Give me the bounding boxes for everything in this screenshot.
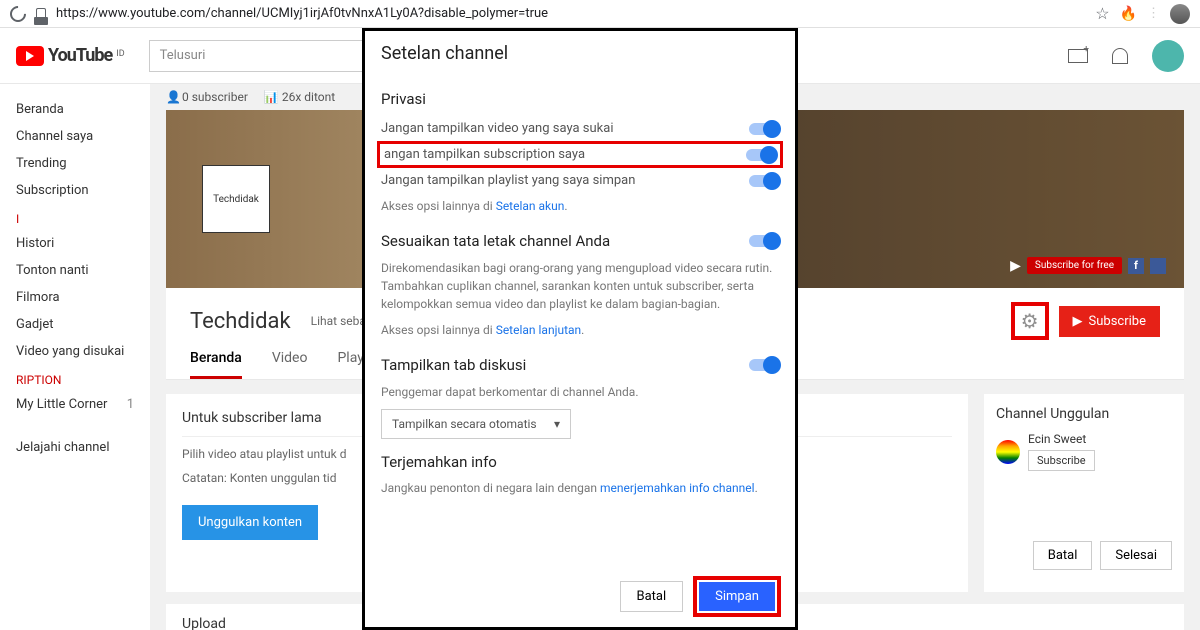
done-button[interactable]: Selesai [1100,541,1172,570]
featured-title: Channel Unggulan [996,406,1172,422]
channel-avatar[interactable]: Techdidak [202,165,270,233]
featured-subscribe-button[interactable]: Subscribe [1028,450,1095,471]
browser-avatar[interactable] [1170,4,1190,24]
translate-desc: Jangkau penonton di negara lain dengan m… [381,479,779,497]
sidebar-item-liked[interactable]: Video yang disukai [0,338,150,365]
sidebar-item-gadjet[interactable]: Gadjet [0,311,150,338]
privacy-title: Privasi [381,90,779,108]
views-icon: 📊 [264,90,279,104]
channel-name: Techdidak [190,309,291,334]
sidebar-header-1: I [0,204,150,230]
save-highlight: Simpan [693,576,781,617]
sidebar-item-count: 1 [127,397,134,412]
sidebar: Beranda Channel saya Trending Subscripti… [0,84,150,630]
url-text[interactable]: https://www.youtube.com/channel/UCMIyj1i… [56,6,1085,21]
layout-toggle[interactable] [749,235,779,247]
privacy-liked-toggle[interactable] [749,123,779,135]
sidebar-item-subscription[interactable]: Subscription [0,177,150,204]
sidebar-item-mychannel[interactable]: Channel saya [0,123,150,150]
privacy-subscription-label: angan tampilkan subscription saya [384,147,585,162]
sidebar-item-label: My Little Corner [16,397,107,412]
subscriber-icon: 👤 [166,90,178,98]
privacy-playlist-label: Jangan tampilkan playlist yang saya simp… [381,173,635,188]
privacy-playlist-row: Jangan tampilkan playlist yang saya simp… [381,168,779,193]
play-icon: ▶ [1073,314,1083,329]
discuss-select-value: Tampilkan secara otomatis [392,417,537,431]
modal-title: Setelan channel [365,31,795,72]
sidebar-item-watchlater[interactable]: Tonton nanti [0,257,150,284]
subscribe-free-badge[interactable]: Subscribe for free [1027,257,1122,274]
discuss-toggle[interactable] [749,359,779,371]
privacy-liked-label: Jangan tampilkan video yang saya sukai [381,121,614,136]
discuss-select[interactable]: Tampilkan secara otomatis ▾ [381,409,571,439]
discuss-row: Tampilkan tab diskusi [381,351,779,379]
notifications-icon[interactable] [1112,48,1128,64]
youtube-region: ID [116,49,124,59]
subscribe-button[interactable]: ▶ Subscribe [1059,306,1160,337]
play-icon: ▶ [1010,258,1021,274]
privacy-subscription-toggle[interactable] [746,149,776,161]
sidebar-item-history[interactable]: Histori [0,230,150,257]
translate-link[interactable]: menerjemahkan info channel [600,481,755,495]
youtube-logo[interactable]: YouTube ID [16,45,125,66]
modal-cancel-button[interactable]: Batal [620,581,684,612]
chevron-down-icon: ▾ [554,417,560,431]
gear-icon[interactable]: ⚙ [1019,310,1041,332]
cancel-button[interactable]: Batal [1033,541,1093,570]
tab-videos[interactable]: Video [272,340,308,379]
youtube-text: YouTube [48,45,112,66]
browser-bar: https://www.youtube.com/channel/UCMIyj1i… [0,0,1200,28]
featured-avatar[interactable] [996,440,1020,464]
list-icon[interactable] [1150,258,1166,274]
sidebar-item-filmora[interactable]: Filmora [0,284,150,311]
youtube-play-icon [16,46,44,66]
facebook-icon[interactable]: f [1128,258,1144,274]
translate-title: Terjemahkan info [381,453,779,471]
account-settings-link[interactable]: Setelan akun [496,199,565,213]
privacy-playlist-toggle[interactable] [749,175,779,187]
sidebar-item-browse[interactable]: Jelajahi channel [0,434,150,461]
fire-icon[interactable]: 🔥 [1120,6,1137,22]
tab-home[interactable]: Beranda [190,340,242,379]
reload-icon[interactable] [7,2,30,25]
account-avatar[interactable] [1152,40,1184,72]
featured-name[interactable]: Ecin Sweet [1028,432,1095,446]
layout-title: Sesuaikan tata letak channel Anda [381,232,610,250]
settings-highlight: ⚙ [1011,302,1049,340]
modal-save-button[interactable]: Simpan [699,582,775,611]
sidebar-header-2: RIPTION [0,365,150,391]
privacy-subscription-row: angan tampilkan subscription saya [377,141,783,168]
channel-settings-modal: Setelan channel Privasi Jangan tampilkan… [362,28,798,630]
featured-channel-panel: Channel Unggulan Ecin Sweet Subscribe Ba… [984,394,1184,592]
layout-more: Akses opsi lainnya di Setelan lanjutan. [381,321,779,339]
layout-row: Sesuaikan tata letak channel Anda [381,227,779,255]
layout-desc: Direkomendasikan bagi orang-orang yang m… [381,259,779,313]
sidebar-item-mylittle[interactable]: My Little Corner 1 [0,391,150,418]
advanced-settings-link[interactable]: Setelan lanjutan [496,323,581,337]
sidebar-item-home[interactable]: Beranda [0,96,150,123]
privacy-more: Akses opsi lainnya di Setelan akun. [381,197,779,215]
star-icon[interactable]: ☆ [1095,4,1109,23]
discuss-desc: Penggemar dapat berkomentar di channel A… [381,383,779,401]
modal-footer: Batal Simpan [365,566,795,627]
view-count: 26x ditont [282,90,335,104]
subscriber-count: 0 subscriber [182,90,248,104]
sidebar-item-trending[interactable]: Trending [0,150,150,177]
discuss-title: Tampilkan tab diskusi [381,356,526,374]
privacy-liked-row: Jangan tampilkan video yang saya sukai [381,116,779,141]
subscribe-label: Subscribe [1089,314,1146,329]
upload-icon[interactable] [1068,49,1088,63]
lock-icon [36,8,46,20]
feature-content-button[interactable]: Unggulkan konten [182,505,318,540]
